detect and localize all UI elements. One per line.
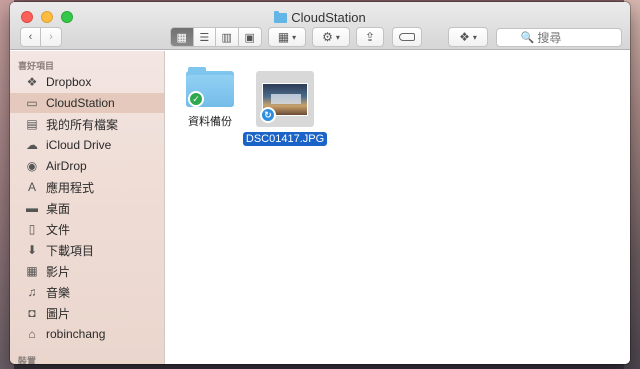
- sidebar-item[interactable]: ▤ 我的所有檔案: [10, 114, 164, 134]
- image-file-item[interactable]: ↻ DSC01417.JPG: [242, 71, 328, 146]
- folder-icon: [274, 11, 288, 23]
- chevron-down-icon: ▾: [292, 32, 297, 42]
- sidebar-item-label: 下載項目: [46, 243, 95, 258]
- sidebar-item-label: 文件: [46, 222, 71, 237]
- sidebar-item[interactable]: ◉ AirDrop: [10, 156, 164, 176]
- sidebar-item[interactable]: ▦ 影片: [10, 261, 164, 281]
- chevron-down-icon: ▾: [335, 32, 340, 42]
- sidebar-item[interactable]: ❖ Dropbox: [10, 72, 164, 92]
- pictures-icon: ◘: [28, 306, 36, 320]
- search-input[interactable]: [537, 30, 598, 45]
- share-icon: ⇪: [364, 30, 376, 44]
- sidebar-item[interactable]: ♫ 音樂: [10, 282, 164, 302]
- list-icon: ☰: [199, 31, 210, 44]
- forward-button[interactable]: ›: [41, 28, 61, 46]
- file-name: 資料備份: [188, 116, 232, 128]
- sidebar-item[interactable]: ⌂ robinchang: [10, 324, 164, 344]
- cloud-icon: ☁: [26, 138, 38, 152]
- sidebar-item-label: 音樂: [46, 285, 71, 300]
- chevron-right-icon: ›: [49, 31, 53, 43]
- sidebar-item-label: 圖片: [46, 306, 71, 321]
- dropbox-icon: ❖: [459, 30, 470, 44]
- desktop-icon: ▬: [26, 201, 38, 215]
- downloads-icon: ⬇: [26, 243, 38, 257]
- sidebar-item-label: 應用程式: [46, 180, 95, 195]
- sidebar: 喜好項目 ❖ Dropbox ▭ CloudStation ▤ 我的所有檔案 ☁ iCloud…: [10, 51, 165, 364]
- sidebar-item-label: AirDrop: [46, 159, 87, 173]
- arrange-icon: ▦: [277, 30, 290, 44]
- titlebar: CloudStation ‹ › ▦ ☰ ▥ ▣ ▦ ▾ ⚙ ▾ ⇪ ❖ ▾ 🔍…: [10, 2, 630, 50]
- favorites-header: 喜好項目: [18, 61, 55, 71]
- chevron-left-icon: ‹: [28, 31, 33, 43]
- music-icon: ♫: [27, 285, 37, 299]
- column-view-button[interactable]: ▥: [216, 28, 239, 46]
- sidebar-item[interactable]: ▭ CloudStation: [10, 93, 164, 113]
- tag-icon: [399, 33, 415, 41]
- folder-item[interactable]: ✓ 資料備份: [180, 67, 240, 130]
- cover-flow-icon: ▣: [244, 31, 255, 44]
- navigation-buttons: ‹ ›: [20, 27, 62, 47]
- window-title-text: CloudStation: [291, 10, 366, 25]
- sidebar-item[interactable]: ☁ iCloud Drive: [10, 135, 164, 155]
- search-icon: 🔍: [520, 32, 535, 44]
- documents-icon: ▯: [28, 222, 36, 236]
- movies-icon: ▦: [26, 264, 38, 278]
- chevron-down-icon: ▾: [472, 32, 477, 42]
- sidebar-item-label: iCloud Drive: [46, 138, 112, 152]
- sidebar-item[interactable]: ◘ 圖片: [10, 303, 164, 323]
- grid-icon: ▦: [176, 31, 187, 44]
- folder-icon: ▭: [26, 96, 38, 110]
- icon-view-button[interactable]: ▦: [171, 28, 194, 46]
- back-button[interactable]: ‹: [21, 28, 41, 46]
- tags-button[interactable]: [392, 27, 422, 47]
- sidebar-item-label: CloudStation: [46, 96, 115, 110]
- gear-icon: ⚙: [322, 30, 333, 44]
- sync-icon: ↻: [260, 107, 276, 123]
- sidebar-item[interactable]: ▯ 文件: [10, 219, 164, 239]
- window-title: CloudStation: [10, 10, 630, 25]
- finder-window: CloudStation ‹ › ▦ ☰ ▥ ▣ ▦ ▾ ⚙ ▾ ⇪ ❖ ▾ 🔍…: [10, 2, 630, 364]
- sidebar-item-label: 桌面: [46, 201, 71, 216]
- sidebar-item-label: 影片: [46, 264, 71, 279]
- sidebar-item-label: Dropbox: [46, 75, 92, 89]
- image-thumbnail: ↻: [256, 71, 314, 127]
- file-name: DSC01417.JPG: [242, 132, 328, 146]
- sidebar-item-label: 我的所有檔案: [46, 117, 119, 132]
- share-button[interactable]: ⇪: [356, 27, 384, 47]
- airdrop-icon: ◉: [26, 159, 38, 173]
- cover-flow-button[interactable]: ▣: [239, 28, 261, 46]
- all-files-icon: ▤: [26, 117, 38, 131]
- checkmark-icon: ✓: [188, 91, 204, 107]
- applications-icon: A: [27, 180, 36, 194]
- home-icon: ⌂: [28, 327, 36, 341]
- list-view-button[interactable]: ☰: [194, 28, 216, 46]
- action-button[interactable]: ⚙ ▾: [312, 27, 350, 47]
- file-browser: ✓ 資料備份 ↻ DSC01417.JPG: [166, 51, 630, 364]
- arrange-button[interactable]: ▦ ▾: [268, 27, 306, 47]
- search-field[interactable]: 🔍: [496, 28, 622, 47]
- sidebar-item[interactable]: ⬇ 下載項目: [10, 240, 164, 260]
- sidebar-item[interactable]: ▬ 桌面: [10, 198, 164, 218]
- dropbox-menu-button[interactable]: ❖ ▾: [448, 27, 488, 47]
- sidebar-item-label: robinchang: [46, 327, 106, 341]
- dropbox-icon: ❖: [26, 75, 38, 89]
- columns-icon: ▥: [221, 31, 232, 44]
- view-mode-selector: ▦ ☰ ▥ ▣: [170, 27, 262, 47]
- folder-icon: ✓: [186, 67, 234, 107]
- sidebar-item[interactable]: A 應用程式: [10, 177, 164, 197]
- devices-header: 裝置: [18, 356, 37, 364]
